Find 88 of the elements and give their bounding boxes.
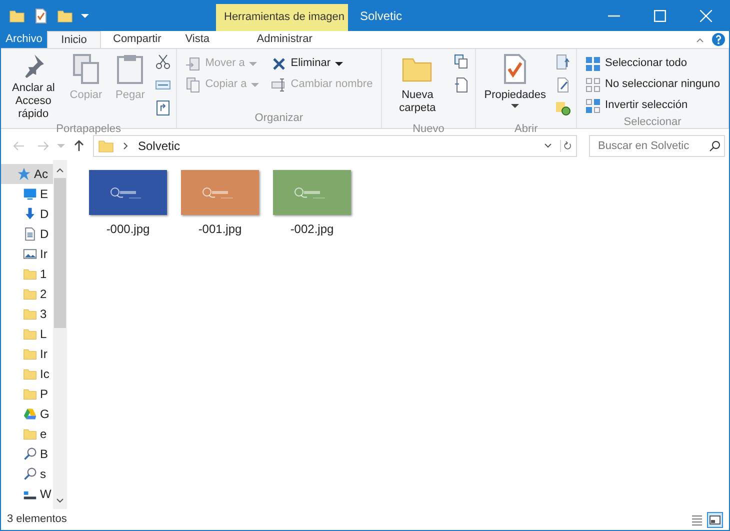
folder-icon	[9, 8, 25, 24]
large-icons-icon	[709, 514, 721, 526]
address-field[interactable]: Solvetic	[93, 135, 577, 157]
folder-icon	[57, 8, 73, 24]
folder-icon	[23, 307, 37, 321]
caret-icon	[511, 102, 520, 110]
nav-item[interactable]: s	[1, 464, 53, 484]
scissors-icon	[155, 54, 172, 70]
caret-icon	[334, 60, 342, 68]
nav-item[interactable]: P	[1, 384, 53, 404]
folder-icon	[23, 387, 37, 401]
collapse-ribbon-icon[interactable]	[696, 36, 704, 44]
ribbon-button[interactable]: Nueva carpeta	[386, 49, 450, 121]
ribbon-button[interactable]: Invertir selección	[585, 97, 720, 114]
search-field[interactable]: Buscar en Solvetic	[589, 135, 725, 157]
ribbon-tab[interactable]: Archivo	[1, 31, 47, 48]
group-label: Nuevo	[412, 122, 446, 137]
path-text: Solvetic	[138, 138, 180, 155]
nav-item[interactable]: W	[1, 484, 53, 504]
large-icons-view-button[interactable]	[707, 512, 723, 528]
nav-item[interactable]: E	[1, 184, 53, 204]
drive-icon	[23, 407, 37, 421]
group-label: Abrir	[514, 122, 539, 137]
nav-item[interactable]: Ac	[1, 164, 53, 184]
ribbon-tab[interactable]: Inicio	[47, 31, 101, 48]
desktop-icon	[23, 187, 37, 201]
ribbon-tab[interactable]: Administrar	[224, 31, 345, 48]
up-icon[interactable]	[73, 140, 85, 152]
star-icon	[17, 167, 31, 181]
scrollbar-thumb[interactable]	[54, 178, 66, 328]
ribbon-button[interactable]: No seleccionar ninguno	[585, 76, 720, 93]
ribbon-button[interactable]: Anclar al Acceso rápido	[5, 49, 62, 121]
document-icon	[23, 227, 37, 241]
nav-item[interactable]: B	[1, 444, 53, 464]
ribbon-icon-button[interactable]	[154, 53, 172, 71]
nav-item[interactable]: e	[1, 424, 53, 444]
folder-icon	[23, 327, 37, 341]
nav-item[interactable]: Ic	[1, 364, 53, 384]
download-icon	[23, 207, 37, 221]
group-label: Portapapeles	[55, 122, 122, 137]
customize-icon	[81, 12, 89, 20]
search-icon	[709, 140, 721, 152]
nav-item[interactable]: D	[1, 204, 53, 224]
recent-locations-icon	[57, 142, 65, 150]
group-label: Seleccionar	[622, 115, 682, 130]
nav-item[interactable]: Ir	[1, 344, 53, 364]
maximize-icon	[654, 10, 666, 22]
scroll-up-icon[interactable]	[56, 166, 64, 174]
close-icon	[700, 10, 712, 22]
nav-item[interactable]: 3	[1, 304, 53, 324]
nav-item[interactable]: G	[1, 404, 53, 424]
scroll-down-icon[interactable]	[56, 497, 64, 505]
details-icon	[691, 514, 703, 526]
ribbon-tab[interactable]: Vista	[173, 31, 222, 48]
move-icon	[185, 56, 202, 72]
ribbon-button[interactable]: Seleccionar todo	[585, 55, 720, 72]
nav-item[interactable]: L	[1, 324, 53, 344]
dropdown-icon[interactable]	[544, 142, 552, 150]
ribbon-tab[interactable]: Compartir	[101, 31, 174, 48]
refresh-icon[interactable]	[560, 140, 572, 152]
context-tab-title: Herramientas de imagen	[216, 4, 348, 31]
caret-icon	[248, 60, 257, 68]
nav-item[interactable]: 2	[1, 284, 53, 304]
chevron-icon	[122, 142, 130, 150]
folder-icon	[23, 427, 37, 441]
scrollbar[interactable]	[53, 160, 67, 509]
file-item[interactable]: -001.jpg	[181, 170, 259, 238]
folder-icon	[23, 367, 37, 381]
file-item[interactable]: -002.jpg	[273, 170, 351, 238]
search-icon	[23, 467, 37, 481]
file-item[interactable]: -000.jpg	[89, 170, 167, 238]
image-icon	[23, 247, 37, 261]
folder-icon	[23, 267, 37, 281]
group-label: Organizar	[254, 110, 304, 126]
delete-icon	[270, 56, 287, 72]
ribbon-button[interactable]: Propiedades	[480, 49, 550, 121]
help-icon[interactable]	[712, 33, 725, 46]
folder-icon	[23, 347, 37, 361]
caret-icon	[250, 80, 259, 88]
ribbon-button[interactable]: Eliminar	[270, 55, 373, 72]
folder-icon	[23, 287, 37, 301]
nav-item[interactable]: 1	[1, 264, 53, 284]
status-text: 3 elementos	[7, 512, 67, 528]
nav-item[interactable]: Ir	[1, 244, 53, 264]
search-icon	[23, 447, 37, 461]
folder-icon	[98, 138, 114, 154]
nav-item[interactable]: D	[1, 224, 53, 244]
window-title: Solvetic	[359, 8, 404, 25]
